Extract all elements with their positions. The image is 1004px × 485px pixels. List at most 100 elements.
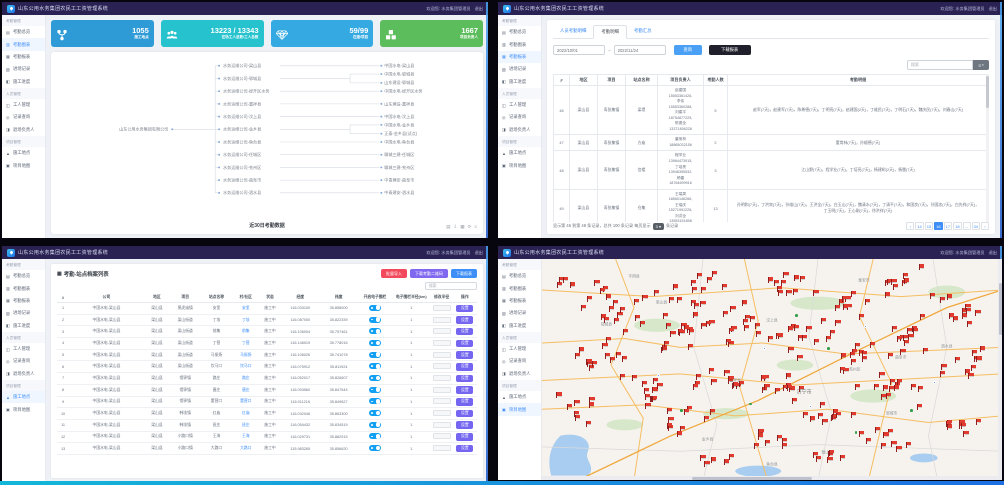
sidebar-item-attendance-report[interactable]: ▦考勤报表 xyxy=(2,51,45,63)
site-flag-marker[interactable] xyxy=(874,384,880,391)
sidebar-item-entry-records[interactable]: ▧进场记录 xyxy=(2,307,45,319)
site-flag-marker[interactable] xyxy=(793,288,799,295)
settings-button[interactable]: 设置 xyxy=(456,363,473,371)
settings-button[interactable]: 设置 xyxy=(456,351,473,359)
fence-toggle[interactable] xyxy=(369,410,381,416)
settings-button[interactable]: 设置 xyxy=(456,398,473,406)
site-flag-marker[interactable] xyxy=(889,378,895,385)
site-flag-marker[interactable] xyxy=(696,373,702,380)
logout-link[interactable]: 退出 xyxy=(475,250,483,256)
logout-link[interactable]: 退出 xyxy=(475,6,483,12)
site-flag-marker[interactable] xyxy=(730,306,736,313)
site-flag-marker[interactable] xyxy=(709,408,715,415)
site-flag-marker[interactable] xyxy=(703,416,709,423)
village-link[interactable]: 丁垓 xyxy=(242,318,250,322)
site-flag-marker[interactable] xyxy=(758,433,764,440)
site-flag-marker[interactable] xyxy=(851,291,857,298)
site-flag-marker[interactable] xyxy=(767,335,773,342)
site-flag-marker[interactable] xyxy=(634,298,640,305)
site-flag-marker[interactable] xyxy=(615,351,621,358)
site-flag-marker[interactable] xyxy=(896,445,902,452)
tab-0[interactable]: 人员考勤明细 xyxy=(553,25,593,38)
sidebar-item-attendance-report[interactable]: ▦考勤报表 xyxy=(498,295,541,307)
site-flag-marker[interactable] xyxy=(684,408,690,415)
site-flag-marker[interactable] xyxy=(828,449,834,456)
city-marker[interactable] xyxy=(933,381,936,384)
page-button-‹[interactable]: ‹ xyxy=(906,222,914,230)
chart-toolbox-icon-1[interactable]: ⇩ xyxy=(454,224,458,230)
site-flag-marker[interactable] xyxy=(767,277,773,284)
site-flag-marker[interactable] xyxy=(742,300,748,307)
site-flag-marker[interactable] xyxy=(653,289,659,296)
site-flag-marker[interactable] xyxy=(729,328,735,335)
site-flag-marker[interactable] xyxy=(815,456,821,463)
fence-toggle[interactable] xyxy=(369,375,381,381)
fence-toggle[interactable] xyxy=(369,398,381,404)
site-flag-marker[interactable] xyxy=(792,398,798,405)
site-flag-marker[interactable] xyxy=(980,346,986,353)
site-flag-marker[interactable] xyxy=(948,313,954,320)
site-flag-marker[interactable] xyxy=(883,432,889,439)
fence-toggle[interactable] xyxy=(369,433,381,439)
site-flag-marker[interactable] xyxy=(623,328,629,335)
site-flag-marker[interactable] xyxy=(764,384,770,391)
site-flag-marker[interactable] xyxy=(666,422,672,429)
village-link[interactable]: 红庙 xyxy=(242,411,250,415)
site-flag-marker[interactable] xyxy=(575,353,581,360)
radius-input[interactable] xyxy=(433,398,451,404)
site-flag-marker[interactable] xyxy=(906,328,912,335)
site-flag-marker[interactable] xyxy=(707,276,713,283)
site-flag-marker[interactable] xyxy=(609,306,615,313)
site-flag-marker[interactable] xyxy=(754,443,760,450)
site-flag-marker[interactable] xyxy=(941,363,947,370)
site-flag-marker[interactable] xyxy=(774,387,780,394)
site-flag-marker[interactable] xyxy=(594,279,600,286)
sidebar-item-exit-leaders[interactable]: ◨退场负责人 xyxy=(2,368,45,380)
site-flag-marker[interactable] xyxy=(859,314,865,321)
fence-toggle[interactable] xyxy=(369,328,381,334)
sidebar-item-worker-management[interactable]: ◫工人管理 xyxy=(498,99,541,111)
site-flag-marker[interactable] xyxy=(677,297,683,304)
site-flag-marker[interactable] xyxy=(669,296,675,303)
village-link[interactable]: 路庄 xyxy=(242,376,250,380)
site-flag-marker[interactable] xyxy=(613,318,619,325)
radius-input[interactable] xyxy=(433,305,451,311)
map-vertical-scrollbar[interactable] xyxy=(998,259,1002,480)
columns-toggle-button[interactable]: ≡▾ xyxy=(973,60,989,70)
site-flag-marker[interactable] xyxy=(940,297,946,304)
site-flag-marker[interactable] xyxy=(851,411,857,418)
site-flag-marker[interactable] xyxy=(850,359,856,366)
page-button-16[interactable]: 16 xyxy=(934,222,942,230)
page-button-15[interactable]: 15 xyxy=(925,222,933,230)
site-flag-marker[interactable] xyxy=(700,322,706,329)
sidebar-item-record-query[interactable]: ◎记录查询 xyxy=(2,355,45,367)
village-link[interactable]: 安里 xyxy=(242,306,250,310)
site-flag-marker[interactable] xyxy=(891,279,897,286)
site-flag-marker[interactable] xyxy=(708,367,714,374)
site-flag-marker[interactable] xyxy=(897,378,903,385)
search-input[interactable]: 搜索 xyxy=(907,60,973,70)
site-flag-marker[interactable] xyxy=(677,328,683,335)
map-horizontal-scrollbar[interactable] xyxy=(542,476,1002,480)
village-link[interactable]: 董营口 xyxy=(240,399,251,403)
logout-link[interactable]: 退出 xyxy=(989,6,997,12)
fence-toggle[interactable] xyxy=(369,305,381,311)
settings-button[interactable]: 设置 xyxy=(456,445,473,453)
site-flag-marker[interactable] xyxy=(802,335,808,342)
sidebar-item-construction-progress[interactable]: ◧施工进度 xyxy=(498,76,541,88)
site-flag-marker[interactable] xyxy=(839,366,845,373)
chart-toolbox-icon-4[interactable]: ≡ xyxy=(474,224,477,230)
site-flag-marker[interactable] xyxy=(970,365,976,372)
site-flag-marker[interactable] xyxy=(900,349,906,356)
site-flag-marker[interactable] xyxy=(755,322,761,329)
sidebar-item-entry-records[interactable]: ▧进场记录 xyxy=(498,307,541,319)
site-flag-marker[interactable] xyxy=(917,403,923,410)
site-button-2[interactable]: 下载报表 xyxy=(451,269,477,278)
site-flag-marker[interactable] xyxy=(662,313,668,320)
settings-button[interactable]: 设置 xyxy=(456,433,473,441)
sidebar-item-entry-records[interactable]: ▧进场记录 xyxy=(2,63,45,75)
radius-input[interactable] xyxy=(433,340,451,346)
page-button-34[interactable]: 34 xyxy=(972,222,980,230)
site-flag-marker[interactable] xyxy=(840,353,846,360)
radius-input[interactable] xyxy=(433,422,451,428)
